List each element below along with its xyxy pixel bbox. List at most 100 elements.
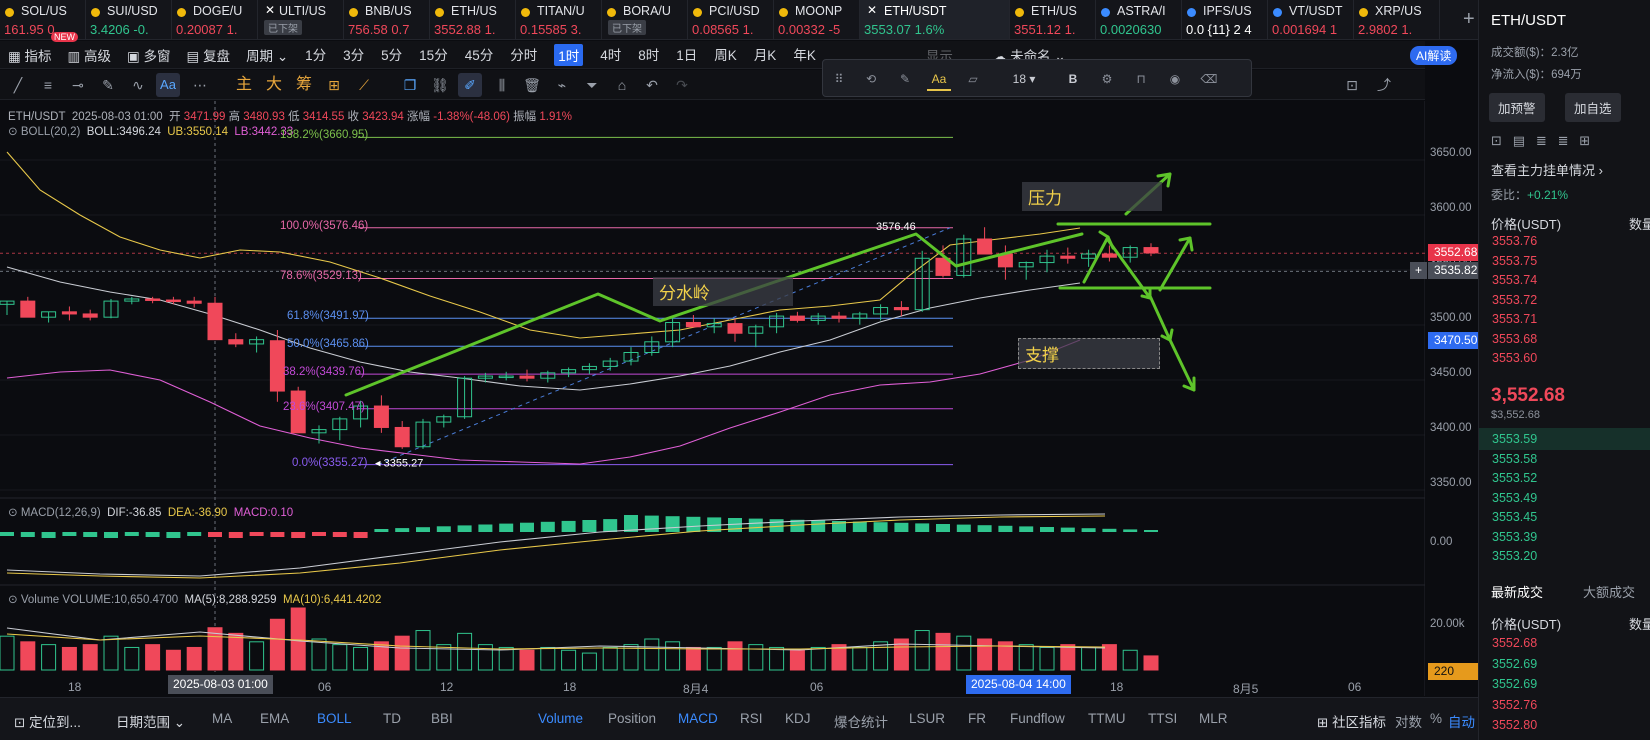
period-option[interactable]: 5分 [381,44,402,66]
date-range-button[interactable]: 日期范围 ⌄ [116,711,185,731]
bars-icon[interactable]: ⫼ [490,73,514,97]
ai-interpret-button[interactable]: AI解读 [1410,46,1458,65]
period-option[interactable]: 15分 [419,44,448,66]
magnet-icon[interactable]: ⌁ [550,73,574,97]
symbol-tab[interactable]: BORA/U 已下架 [602,0,688,39]
trades-tab[interactable]: 最新成交 [1491,582,1543,601]
delete-icon[interactable]: ⌫ [1197,67,1221,91]
sub-indicator-toggle[interactable]: Volume [538,711,583,726]
order-row[interactable]: 3553.760 [1492,234,1537,248]
order-row[interactable]: 3553.520 [1492,471,1537,485]
trendline-icon[interactable]: ╱ [6,73,30,97]
settings-icon[interactable]: ⚙ [1095,67,1119,91]
font-size-select[interactable]: 18 ▾ [999,67,1049,91]
symbol-tab[interactable]: ETH/US 3551.12 1. [1010,0,1096,39]
close-tab-icon[interactable]: ✕ [867,3,877,17]
volume-legend[interactable]: ⊙ Volume VOLUME:10,650.4700 MA(5):8,288.… [8,592,381,606]
period-option[interactable]: 45分 [465,44,494,66]
sub-indicator-toggle[interactable]: FR [968,711,986,726]
screenshot-icon[interactable]: ⊡ [1340,73,1364,97]
visibility-icon[interactable]: ◉ [1163,67,1187,91]
add-alert-plus-icon[interactable]: + [1410,262,1427,280]
lock-icon[interactable]: ⌂ [610,73,634,97]
sub-indicator-toggle[interactable]: TTSI [1148,711,1177,726]
trash-icon[interactable]: 🗑 [520,73,544,97]
draw-mode-icon[interactable]: ✐ [458,73,482,97]
order-row[interactable]: 3553.599 [1492,432,1537,446]
add-alert-button[interactable]: 加预警 [1489,93,1545,122]
big-trades-tab[interactable]: 大额成交 [1583,582,1635,601]
community-indicators[interactable]: ⊞ 社区指标 [1317,711,1386,731]
template-icon[interactable]: ⟲ [859,67,883,91]
percent-toggle[interactable]: % [1430,711,1442,726]
ray-icon[interactable]: ⊸ [66,73,90,97]
period-option[interactable]: 分时 [510,44,537,66]
symbol-tab[interactable]: BNB/US 756.58 0.7 [344,0,430,39]
big-indicator-button[interactable]: 大 [262,73,286,97]
boll-legend[interactable]: ⊙ BOLL(20,2) BOLL:3496.24 UB:3550.14 LB:… [8,124,293,138]
order-row[interactable]: 3553.680 [1492,332,1537,346]
symbol-tab[interactable]: ETH/US 3552.88 1. [430,0,516,39]
symbol-tab[interactable]: VT/USDT 0.001694 1 [1268,0,1354,39]
symbol-tab[interactable]: IPFS/US 0.0 {11} 2 4 [1182,0,1268,39]
sub-indicator-toggle[interactable]: LSUR [909,711,945,726]
order-row[interactable]: 3553.390 [1492,530,1537,544]
ruler-icon[interactable]: ⟋ [352,73,376,97]
bold-button[interactable]: B [1061,67,1085,91]
share-icon[interactable]: ⤴ [1372,73,1396,97]
order-row[interactable]: 3553.601 [1492,351,1537,365]
support-label[interactable]: 支撑 [1018,338,1160,369]
chip-indicator-button[interactable]: 筹 [292,73,316,97]
text-tool-icon[interactable]: Aa [156,73,180,97]
multi-window-menu[interactable]: ▣ 多窗 [127,45,171,65]
replay-menu[interactable]: ▤ 复盘 [187,45,231,65]
copy-icon[interactable]: ❐ [398,73,422,97]
period-option[interactable]: 周K [714,44,737,66]
period-option[interactable]: 8时 [638,44,659,66]
period-option[interactable]: 1分 [305,44,326,66]
order-row[interactable]: 3553.200 [1492,549,1537,563]
period-option[interactable]: 年K [793,44,816,66]
price-chart[interactable]: 3576.46 ◂ 3355.27 [0,101,1425,696]
period-option[interactable]: 月K [754,44,777,66]
fill-icon[interactable]: ▱ [961,67,985,91]
link-icon[interactable]: ⛓ [428,73,452,97]
pencil-icon[interactable]: ✎ [96,73,120,97]
sub-indicator-toggle[interactable]: MLR [1199,711,1228,726]
pressure-label[interactable]: 压力 [1022,182,1162,211]
auto-scale-toggle[interactable]: 自动 [1448,711,1475,731]
drag-handle-icon[interactable]: ⠿ [827,67,851,91]
sub-indicator-toggle[interactable]: 爆仓统计 [834,711,888,731]
add-tab-button[interactable]: + [1463,8,1475,31]
view-orders-link[interactable]: 查看主力挂单情况 › [1491,160,1603,179]
order-row[interactable]: 3553.721 [1492,293,1537,307]
symbol-tab[interactable]: ASTRA/I 0.0020630 [1096,0,1182,39]
sub-indicator-toggle[interactable]: Fundflow [1010,711,1065,726]
calc-icon[interactable]: ⊞ [322,73,346,97]
main-indicator-toggle[interactable]: BBI [431,711,453,726]
close-tab-icon[interactable]: ✕ [265,3,275,17]
sub-indicator-toggle[interactable]: KDJ [785,711,811,726]
undo-icon[interactable]: ↶ [640,73,664,97]
period-option[interactable]: 4时 [600,44,621,66]
main-indicator-button[interactable]: 主 [232,73,256,97]
locate-button[interactable]: ⊡ 定位到... [14,711,81,731]
order-row[interactable]: 3553.580 [1492,452,1537,466]
book-mode-icons[interactable]: ⊡ ▤ ≣ ≣ ⊞ [1491,133,1590,149]
wave-icon[interactable]: ∿ [126,73,150,97]
symbol-tab[interactable]: DOGE/U 0.20087 1. [172,0,258,39]
more-icon[interactable]: ⋯ [188,73,212,97]
indicators-menu[interactable]: ▦ 指标 [8,45,52,65]
macd-legend[interactable]: ⊙ MACD(12,26,9) DIF:-36.85 DEA:-36.90 MA… [8,505,293,519]
period-option[interactable]: 3分 [343,44,364,66]
main-indicator-toggle[interactable]: EMA [260,711,289,726]
add-watchlist-button[interactable]: 加自选 [1565,93,1621,122]
text-color-icon[interactable]: Aa [927,67,951,91]
filter-icon[interactable]: ⏷ [580,73,604,97]
order-row[interactable]: 3553.741 [1492,273,1537,287]
period-option[interactable]: 1时 [554,43,584,66]
period-option[interactable]: 1日 [676,44,697,66]
sub-indicator-toggle[interactable]: Position [608,711,656,726]
main-indicator-toggle[interactable]: BOLL [317,711,352,726]
symbol-tab[interactable]: SUI/USD 3.4206 -0. [86,0,172,39]
